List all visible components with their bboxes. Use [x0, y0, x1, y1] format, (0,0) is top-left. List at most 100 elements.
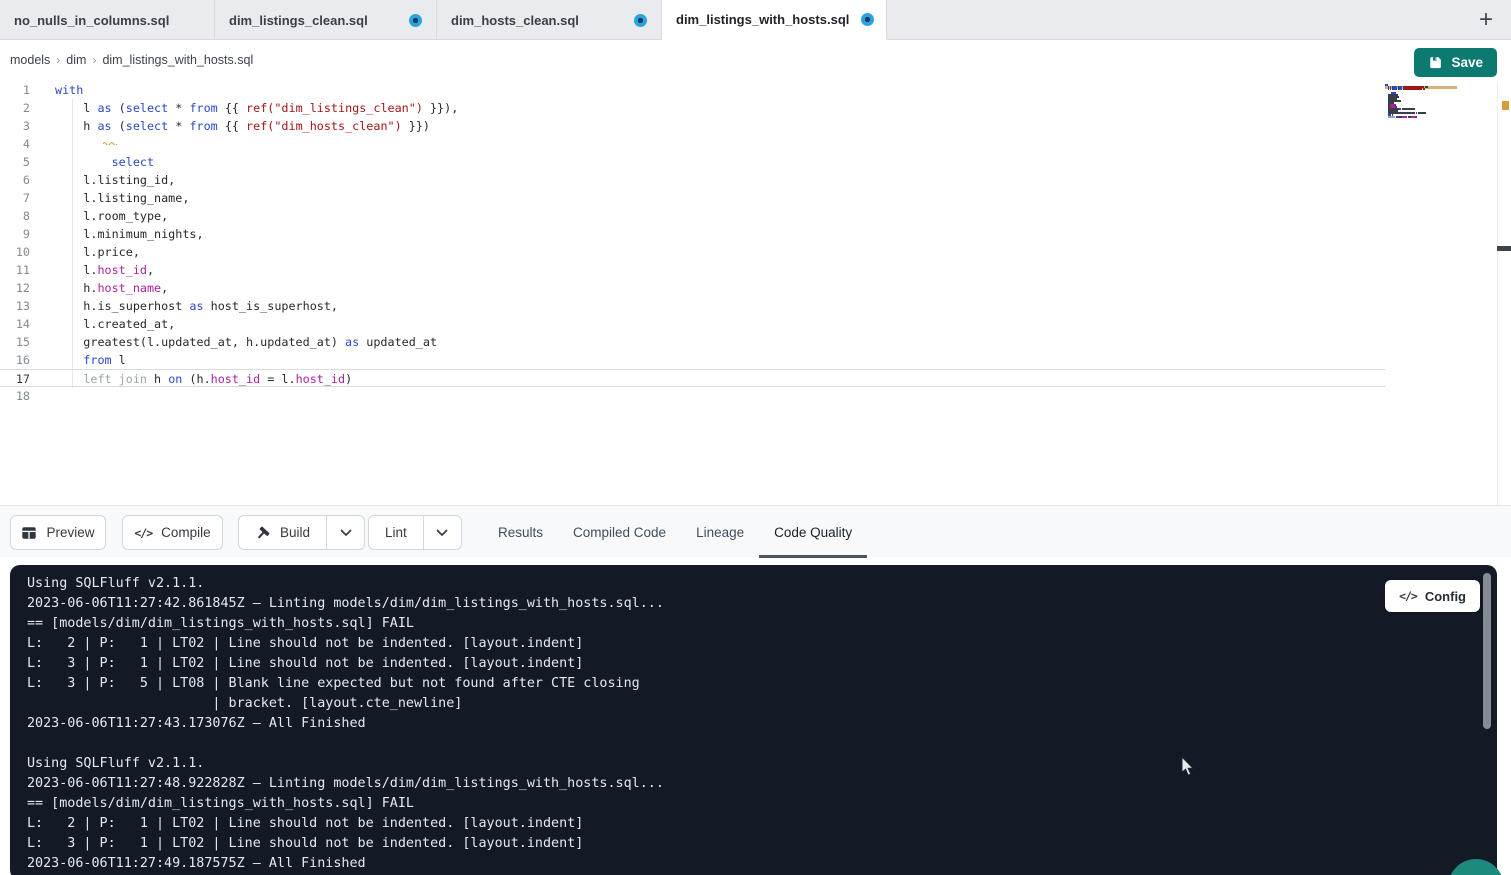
line-number: 16 — [0, 351, 48, 369]
line-number: 4 — [0, 135, 48, 153]
code-line-text: greatest(l.updated_at, h.updated_at) as … — [48, 333, 437, 351]
line-number: 1 — [0, 81, 48, 99]
editor-tab[interactable]: dim_listings_clean.sql — [215, 0, 437, 40]
code-line[interactable]: 17 left join h on (h.host_id = l.host_id… — [0, 369, 1385, 387]
code-line-text — [48, 135, 55, 153]
lint-button[interactable]: Lint — [369, 516, 423, 549]
modified-dot-icon — [861, 13, 874, 26]
code-line-text: l.created_at, — [48, 315, 175, 333]
table-grid-icon — [21, 525, 37, 541]
code-line[interactable]: 3 h as (select * from {{ ref("dim_hosts_… — [0, 117, 1385, 135]
code-line-text: h.host_name, — [48, 279, 168, 297]
editor-tab[interactable]: no_nulls_in_columns.sql — [0, 0, 215, 40]
result-tab-bar: Results Compiled Code Lineage Code Quality — [483, 506, 867, 558]
minimap[interactable] — [1385, 84, 1457, 204]
code-editor[interactable]: 1with2 l as (select * from {{ ref("dim_l… — [0, 81, 1511, 505]
code-line-text: select — [48, 153, 154, 171]
code-line-text: with — [48, 81, 83, 99]
result-tab-label: Lineage — [696, 525, 744, 540]
code-line[interactable]: 11 l.host_id, — [0, 261, 1385, 279]
code-line-text: h.is_superhost as host_is_superhost, — [48, 297, 338, 315]
breadcrumb-item: dim — [66, 53, 86, 67]
file-tab-bar: no_nulls_in_columns.sql dim_listings_clea… — [0, 0, 1511, 40]
code-area[interactable]: 1with2 l as (select * from {{ ref("dim_l… — [0, 81, 1385, 405]
floppy-disk-icon — [1428, 55, 1443, 70]
line-number: 6 — [0, 171, 48, 189]
code-line[interactable]: 4 — [0, 135, 1385, 153]
code-line[interactable]: 12 h.host_name, — [0, 279, 1385, 297]
action-toolbar: Preview </> Compile Build — [0, 505, 1511, 557]
overview-ruler-warning-marker — [1502, 101, 1509, 110]
preview-button[interactable]: Preview — [10, 515, 106, 550]
line-number: 5 — [0, 153, 48, 171]
save-button-label: Save — [1451, 55, 1483, 70]
line-number: 8 — [0, 207, 48, 225]
breadcrumb-item: dim_listings_with_hosts.sql — [102, 53, 253, 67]
code-line-text: l.price, — [48, 243, 140, 261]
tab-compiled-code[interactable]: Compiled Code — [558, 506, 681, 558]
code-line-text: l as (select * from {{ ref("dim_listings… — [48, 99, 458, 117]
code-line[interactable]: 13 h.is_superhost as host_is_superhost, — [0, 297, 1385, 315]
new-tab-button[interactable]: + — [1470, 4, 1502, 36]
code-line[interactable]: 6 l.listing_id, — [0, 171, 1385, 189]
editor-tab-label: dim_hosts_clean.sql — [451, 13, 579, 28]
code-line-text — [48, 387, 55, 405]
result-tab-label: Code Quality — [774, 525, 852, 540]
code-line[interactable]: 9 l.minimum_nights, — [0, 225, 1385, 243]
build-button-label: Build — [280, 525, 310, 540]
editor-tab-label: no_nulls_in_columns.sql — [14, 13, 169, 28]
line-number: 15 — [0, 333, 48, 351]
overview-ruler[interactable] — [1497, 81, 1511, 505]
code-line[interactable]: 16 from l — [0, 351, 1385, 369]
lint-warning-squiggle-icon — [103, 132, 117, 150]
overview-ruler-cursor-marker — [1497, 246, 1511, 251]
code-line[interactable]: 2 l as (select * from {{ ref("dim_listin… — [0, 99, 1385, 117]
code-line[interactable]: 18 — [0, 387, 1385, 405]
code-line[interactable]: 14 l.created_at, — [0, 315, 1385, 333]
config-button[interactable]: </> Config — [1385, 580, 1480, 612]
save-button[interactable]: Save — [1414, 48, 1497, 77]
line-number: 18 — [0, 387, 48, 405]
modified-dot-icon — [634, 14, 647, 27]
modified-dot-icon — [409, 14, 422, 27]
terminal-scrollbar[interactable] — [1483, 573, 1491, 729]
terminal-panel: Using SQLFluff v2.1.1. 2023-06-06T11:27:… — [10, 565, 1497, 875]
editor-tab[interactable]: dim_listings_with_hosts.sql — [662, 0, 887, 40]
build-button[interactable]: Build — [239, 516, 326, 549]
result-tab-label: Results — [498, 525, 543, 540]
code-line-text: l.room_type, — [48, 207, 168, 225]
code-line[interactable]: 10 l.price, — [0, 243, 1385, 261]
ide-window: no_nulls_in_columns.sql dim_listings_clea… — [0, 0, 1511, 875]
breadcrumb-item: models — [10, 53, 50, 67]
mouse-cursor-icon — [1181, 756, 1196, 782]
line-number: 12 — [0, 279, 48, 297]
code-line[interactable]: 7 l.listing_name, — [0, 189, 1385, 207]
editor-header: models › dim › dim_listings_with_hosts.s… — [0, 41, 1511, 81]
breadcrumb: models › dim › dim_listings_with_hosts.s… — [10, 53, 253, 67]
tab-code-quality[interactable]: Code Quality — [759, 506, 867, 558]
lint-button-label: Lint — [385, 525, 407, 540]
code-line-text: l.host_id, — [48, 261, 154, 279]
chevron-right-icon: › — [56, 53, 60, 67]
code-line-text: from l — [48, 351, 126, 369]
tab-results[interactable]: Results — [483, 506, 558, 558]
code-line-text: left join h on (h.host_id = l.host_id) — [48, 370, 352, 386]
editor-tab-label: dim_listings_with_hosts.sql — [676, 12, 849, 27]
code-line[interactable]: 15 greatest(l.updated_at, h.updated_at) … — [0, 333, 1385, 351]
build-dropdown-button[interactable] — [326, 516, 364, 549]
chevron-down-icon — [436, 529, 448, 537]
code-line[interactable]: 1with — [0, 81, 1385, 99]
code-line[interactable]: 5 select — [0, 153, 1385, 171]
lint-dropdown-button[interactable] — [423, 516, 461, 549]
line-number: 3 — [0, 117, 48, 135]
code-brackets-icon: </> — [134, 526, 152, 540]
editor-tab[interactable]: dim_hosts_clean.sql — [437, 0, 662, 40]
code-brackets-icon: </> — [1399, 589, 1417, 603]
compile-button-label: Compile — [161, 525, 211, 540]
compile-button[interactable]: </> Compile — [122, 515, 223, 550]
code-line-text: l.listing_name, — [48, 189, 189, 207]
code-line[interactable]: 8 l.room_type, — [0, 207, 1385, 225]
tab-lineage[interactable]: Lineage — [681, 506, 759, 558]
line-number: 9 — [0, 225, 48, 243]
line-number: 2 — [0, 99, 48, 117]
